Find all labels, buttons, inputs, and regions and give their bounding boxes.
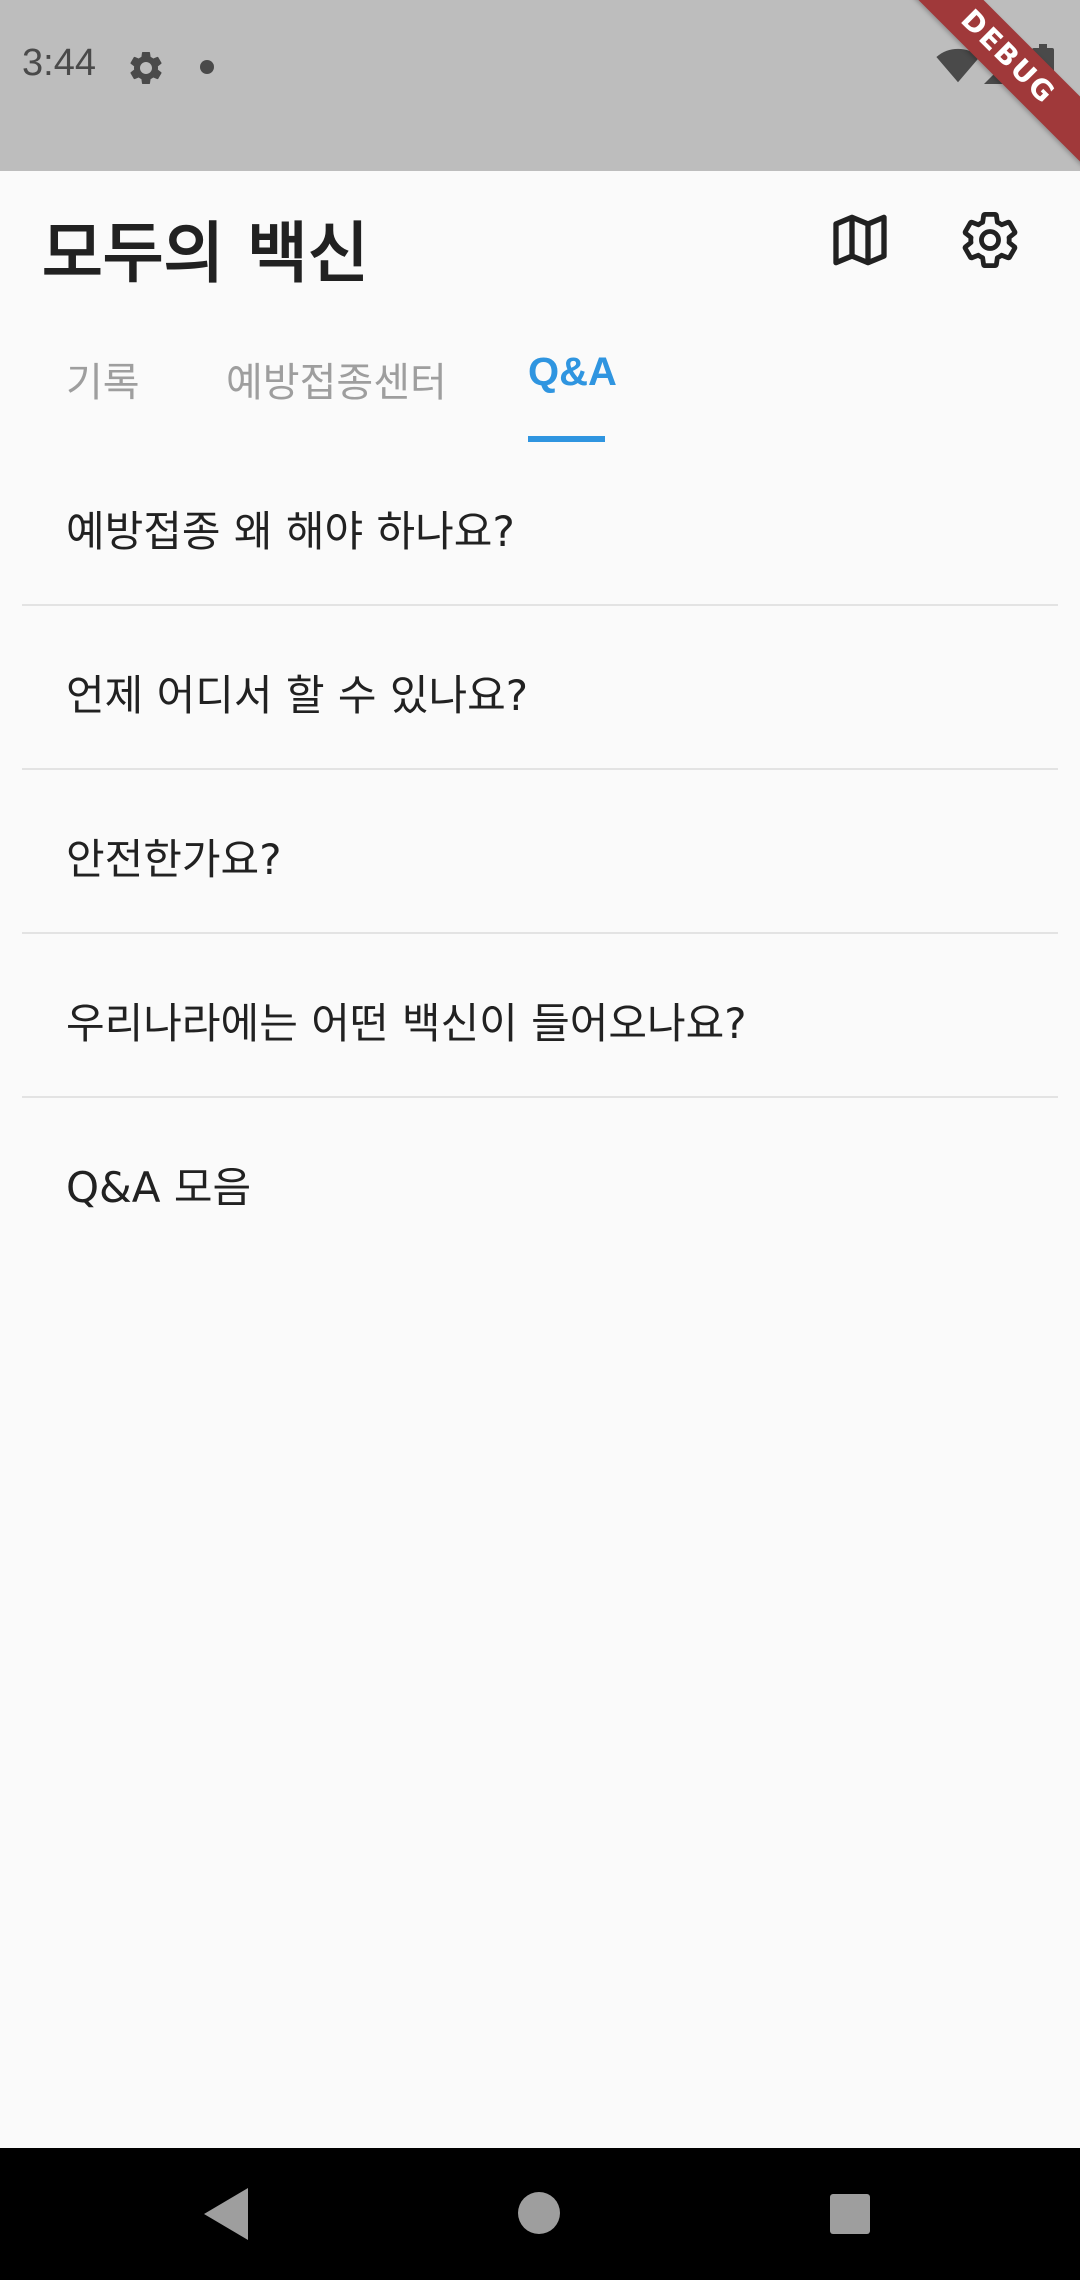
- status-bar: 3:44 DEBUG: [0, 0, 1080, 171]
- tab-qa[interactable]: Q&A: [528, 350, 617, 395]
- home-icon[interactable]: [518, 2192, 560, 2234]
- tab-vaccination-center[interactable]: 예방접종센터: [226, 350, 447, 408]
- list-item[interactable]: 언제 어디서 할 수 있나요?: [22, 606, 1058, 770]
- debug-banner: DEBUG: [885, 0, 1080, 171]
- page-title: 모두의 백신: [42, 215, 369, 292]
- status-time: 3:44: [22, 42, 96, 84]
- list-item-label: 예방접종 왜 해야 하나요?: [66, 507, 515, 556]
- tab-record[interactable]: 기록: [66, 350, 140, 408]
- list-item-label: Q&A 모음: [66, 1163, 252, 1212]
- list-item[interactable]: 예방접종 왜 해야 하나요?: [22, 442, 1058, 606]
- list-item-label: 안전한가요?: [66, 835, 282, 884]
- recents-icon[interactable]: [830, 2194, 870, 2234]
- tab-bar: 기록 예방접종센터 Q&A: [0, 330, 1080, 442]
- list-item-label: 언제 어디서 할 수 있나요?: [66, 671, 529, 720]
- list-item[interactable]: 안전한가요?: [22, 770, 1058, 934]
- settings-icon: [130, 51, 162, 84]
- list-item[interactable]: 우리나라에는 어떤 백신이 들어오나요?: [22, 934, 1058, 1098]
- map-icon[interactable]: [828, 208, 892, 272]
- navigation-bar: [0, 2148, 1080, 2280]
- qa-list: 예방접종 왜 해야 하나요? 언제 어디서 할 수 있나요? 안전한가요? 우리…: [22, 442, 1058, 1262]
- settings-icon[interactable]: [958, 208, 1022, 272]
- list-item[interactable]: Q&A 모음: [22, 1098, 1058, 1262]
- notification-dot-icon: [200, 60, 214, 74]
- back-icon[interactable]: [204, 2188, 248, 2240]
- list-item-label: 우리나라에는 어떤 백신이 들어오나요?: [66, 999, 747, 1048]
